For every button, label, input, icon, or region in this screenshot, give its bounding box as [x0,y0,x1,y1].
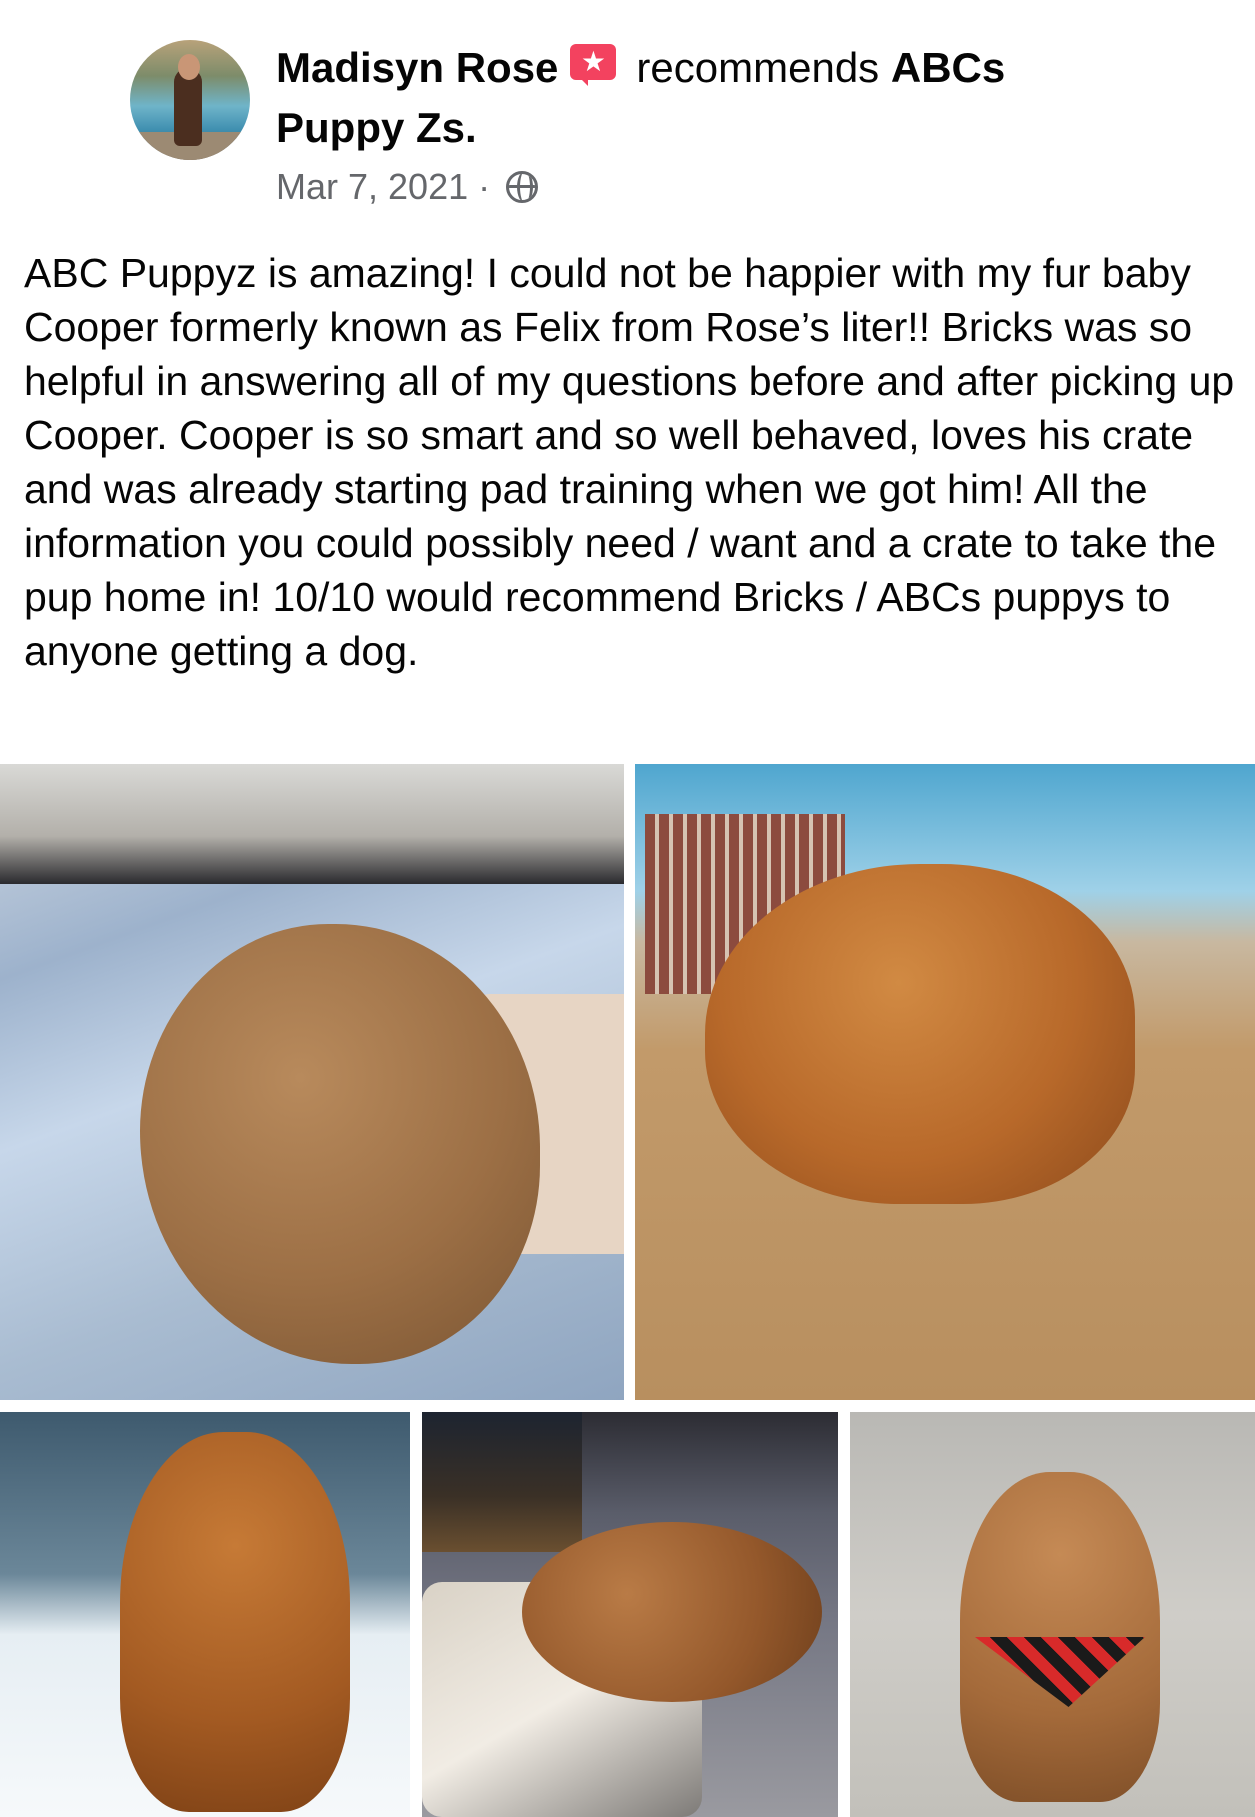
page-name-part2[interactable]: Puppy Zs. [276,104,477,152]
photo-puppy-with-bandana[interactable] [850,1412,1255,1817]
recommend-star-icon: ★ [570,44,617,86]
post-meta: Mar 7, 2021 · [276,166,539,208]
globe-icon[interactable] [506,171,539,203]
puppy [705,864,1135,1204]
post-date[interactable]: Mar 7, 2021 [276,166,468,207]
photo-puppy-on-pillow[interactable] [422,1412,838,1817]
author-name[interactable]: Madisyn Rose [276,44,558,91]
photo-puppy-on-grass[interactable] [635,764,1255,1400]
car-ceiling [0,764,624,884]
author-avatar[interactable] [130,40,250,160]
recommends-label: recommends [636,44,880,91]
puppy [522,1522,822,1702]
post-title-line: Madisyn Rose ★ recommends ABCs [276,44,1005,92]
puppy [140,924,540,1364]
avatar-head [178,54,200,80]
post-header: Madisyn Rose ★ recommends ABCs Puppy Zs. M… [0,0,1255,230]
photo-puppy-in-snow[interactable] [0,1412,410,1817]
post-text: ABC Puppyz is amazing! I could not be ha… [24,250,1235,674]
puppy [120,1432,350,1812]
meta-separator: · [478,166,491,207]
window [422,1412,582,1552]
page-name-part1[interactable]: ABCs [891,44,1005,91]
photo-puppy-sleeping-car[interactable] [0,764,624,1400]
